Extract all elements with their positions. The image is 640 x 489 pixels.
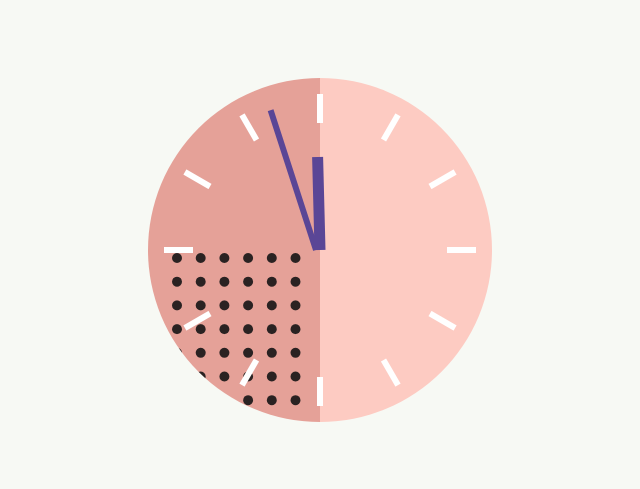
pattern-dot [195, 371, 206, 382]
pattern-dot [219, 324, 230, 335]
pattern-dot [195, 395, 206, 406]
pattern-dot [266, 347, 277, 358]
pattern-dot [172, 300, 182, 311]
pattern-dot [266, 253, 277, 263]
pattern-dot [290, 276, 301, 287]
pattern-dot [172, 276, 182, 287]
pattern-dot [290, 300, 301, 311]
pattern-dot [195, 253, 206, 263]
pattern-dot [219, 395, 230, 406]
pattern-dot [243, 300, 254, 311]
hour-hand [312, 156, 326, 251]
pattern-dot [172, 371, 182, 382]
pattern-dot [172, 347, 182, 358]
pattern-dot [219, 347, 230, 358]
pattern-dot [290, 253, 301, 263]
pattern-dot [266, 300, 277, 311]
pattern-dot [243, 347, 254, 358]
pattern-dot [195, 347, 206, 358]
pattern-dot [243, 253, 254, 263]
pattern-dot [266, 276, 277, 287]
clock-illustration [148, 78, 492, 422]
pattern-dot [219, 253, 230, 263]
pattern-dot [195, 300, 206, 311]
pattern-dot [219, 276, 230, 287]
pattern-dot [243, 395, 254, 406]
pattern-dot [266, 324, 277, 335]
pattern-dot [290, 371, 301, 382]
pattern-dot [219, 300, 230, 311]
pattern-dot [172, 395, 182, 406]
pattern-dot [266, 395, 277, 406]
pattern-dot [290, 395, 301, 406]
pattern-dot [266, 371, 277, 382]
pattern-dot [172, 253, 182, 263]
pattern-dot [243, 324, 254, 335]
pattern-dot [172, 324, 182, 335]
pattern-dot [290, 347, 301, 358]
pattern-dot [195, 324, 206, 335]
pattern-dot [243, 276, 254, 287]
pattern-dot [290, 324, 301, 335]
pattern-dot [195, 276, 206, 287]
pattern-dot [219, 371, 230, 382]
